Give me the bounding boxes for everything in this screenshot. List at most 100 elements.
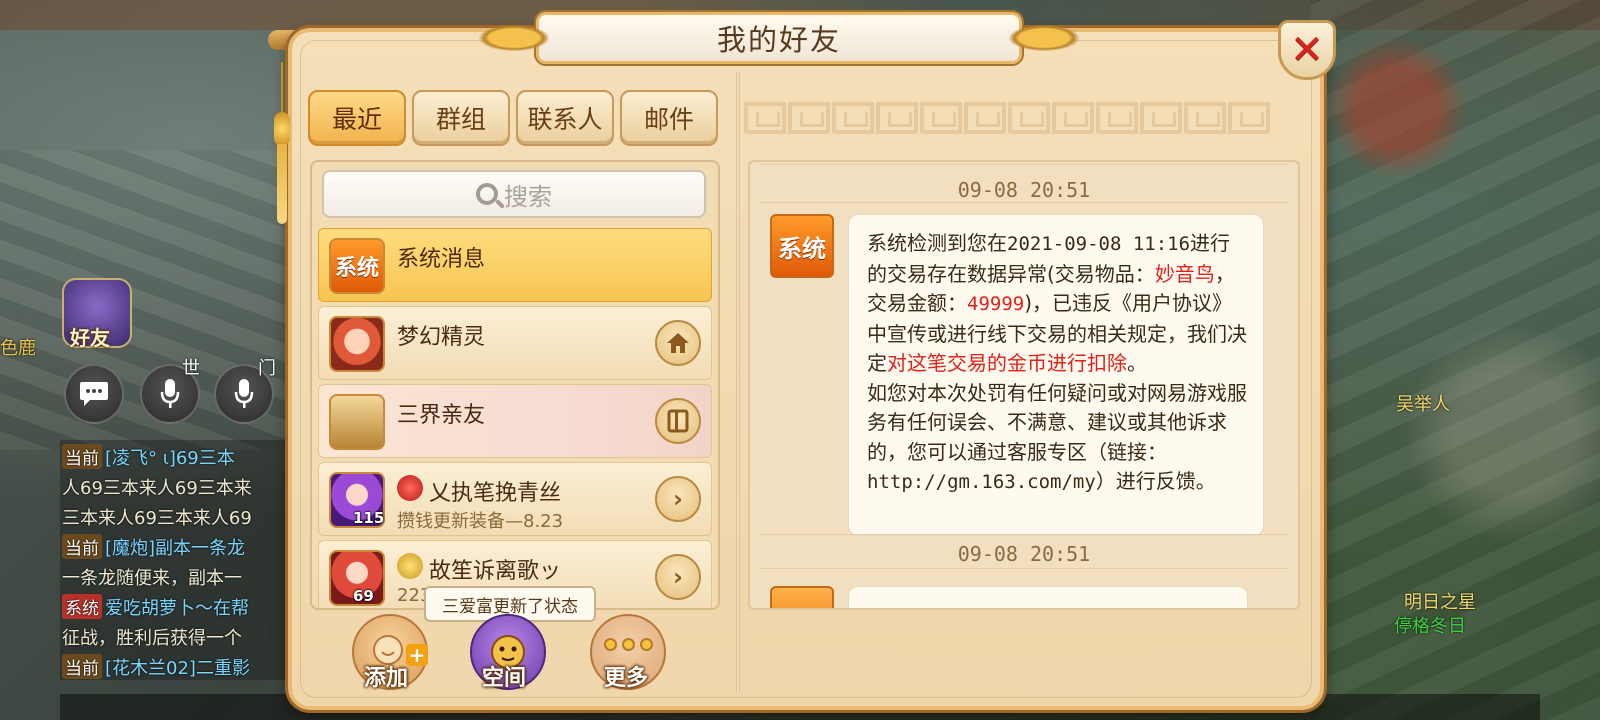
- status-coin-icon: [397, 553, 423, 579]
- chat-line: 当前 [魔炮]副本一条龙: [62, 534, 290, 560]
- open-chat-button[interactable]: ›: [655, 554, 701, 600]
- tassel-string: [281, 62, 283, 117]
- npc-name: 吴举人: [1396, 394, 1450, 415]
- chat-channel-tag: 当前: [62, 534, 102, 559]
- friend-name: 乂执笔挽青丝: [429, 481, 562, 506]
- system-avatar: 系统: [329, 238, 385, 294]
- message-text: 。: [1127, 351, 1147, 375]
- sender-avatar-text: 系统: [778, 234, 826, 263]
- voice-sect-label: 门: [258, 358, 276, 379]
- chat-line: 系统 爱吃胡萝卜～在帮: [62, 594, 290, 620]
- home-button[interactable]: [655, 320, 701, 366]
- player-name: 停格冬日: [1394, 616, 1466, 637]
- tab-mail[interactable]: 邮件: [620, 90, 718, 146]
- chat-text: 征战，胜利后获得一个: [62, 628, 242, 649]
- message-separator: [760, 568, 1288, 569]
- chat-line: 当前 [花木兰02]二重影: [62, 654, 290, 680]
- chat-text: [凌飞° ι]69三本: [105, 448, 235, 469]
- chat-text: 三本来人69三本来人69: [62, 508, 252, 529]
- tab-recent[interactable]: 最近: [308, 90, 406, 146]
- sender-avatar: 系统: [770, 214, 834, 278]
- chat-message-panel[interactable]: 09-08 20:51 系统 系统检测到您在2021-09-08 11:16进行…: [748, 160, 1300, 610]
- microphone-icon: [160, 379, 180, 408]
- list-item-sprite[interactable]: 梦幻精灵: [318, 306, 712, 380]
- message-timestamp: 09-08 20:51: [957, 542, 1091, 566]
- chat-line: 当前 [凌飞° ι]69三本: [62, 444, 290, 470]
- player-name-left: 色鹿: [0, 338, 36, 359]
- chat-channel-tag: 系统: [62, 594, 102, 619]
- system-avatar-text: 系统: [334, 256, 379, 281]
- close-icon: ✕: [1290, 27, 1324, 73]
- level-badge: 115: [353, 509, 385, 527]
- tassel-ornament: [274, 62, 290, 224]
- chat-line: 三本来人69三本来人69: [62, 504, 290, 530]
- search-placeholder: 搜索: [504, 182, 552, 211]
- message-bubble: 系统检测到您在2021-09-08 11:16进行的交易存在数据异常(交易物品：…: [848, 214, 1264, 536]
- chat-text: 爱吃胡萝卜～在帮: [105, 598, 249, 619]
- penalty-text: 对这笔交易的金币进行扣除: [887, 351, 1127, 375]
- friend-status: 攒钱更新装备—8.23: [397, 511, 564, 532]
- sender-avatar: [770, 586, 834, 608]
- scroll-avatar: [329, 394, 385, 450]
- message-timestamp: 09-08 20:51: [957, 178, 1091, 202]
- search-input[interactable]: 搜索: [322, 170, 706, 218]
- tassel-knot: [274, 112, 290, 146]
- friend-name: 系统消息: [397, 247, 486, 272]
- microphone-icon: [234, 379, 254, 408]
- list-item-relatives[interactable]: 三界亲友: [318, 384, 712, 458]
- tab-contacts[interactable]: 联系人: [516, 90, 614, 146]
- chevron-right-icon: ›: [673, 563, 683, 591]
- tab-groups[interactable]: 群组: [412, 90, 510, 146]
- level-badge: 69: [353, 587, 374, 605]
- dialog-title-plate: 我的好友: [479, 12, 1079, 64]
- friend-list-panel[interactable]: 搜索 系统 系统消息 梦幻精灵 三界亲友 115 乂执笔挽青丝 攒钱更新装备—8…: [310, 160, 720, 610]
- chat-text: 一条龙随便来，副本一: [62, 568, 242, 589]
- space-label: 空间: [482, 666, 527, 691]
- more-dots-icon: [603, 637, 653, 651]
- open-chat-button[interactable]: ›: [655, 476, 701, 522]
- sprite-avatar: [329, 316, 385, 372]
- chat-channel-tag: 当前: [62, 444, 102, 469]
- more-label: 更多: [604, 666, 649, 691]
- message-separator: [760, 202, 1288, 203]
- list-item-system[interactable]: 系统 系统消息: [318, 228, 712, 302]
- chat-bubble-button[interactable]: [64, 364, 124, 424]
- book-button[interactable]: [655, 398, 701, 444]
- friend-name: 梦幻精灵: [397, 325, 486, 350]
- plus-icon: +: [406, 643, 428, 667]
- home-icon: [667, 333, 689, 353]
- trade-amount: 49999: [967, 293, 1025, 315]
- chat-text: [魔炮]副本一条龙: [105, 538, 246, 559]
- add-friend-label: 添加: [364, 666, 409, 691]
- tassel-tail: [277, 144, 287, 224]
- friend-name: 三界亲友: [397, 403, 486, 428]
- message-bubble: [848, 586, 1248, 608]
- status-flower-icon: [397, 475, 423, 501]
- panel-divider: [736, 72, 740, 694]
- hud-friend-label: 好友: [70, 326, 110, 350]
- chat-channel-tag: 当前: [62, 654, 102, 679]
- chat-line: 人69三本来人69三本来: [62, 474, 290, 500]
- book-icon: [667, 409, 689, 433]
- voice-world-label: 世: [182, 358, 200, 379]
- message-text: 如您对本次处罚有任何疑问或对网易游戏服务有任何误会、不满意、建议或其他诉求的，您…: [867, 380, 1247, 464]
- message-date: 2021-09-08 11:16: [1007, 233, 1191, 255]
- message-text: 系统检测到您在: [867, 231, 1007, 255]
- search-icon: [476, 183, 498, 205]
- list-item-friend[interactable]: 115 乂执笔挽青丝 攒钱更新装备—8.23 ›: [318, 462, 712, 536]
- fret-pattern-decoration: [744, 102, 1292, 134]
- message-text: ）进行反馈。: [1095, 469, 1216, 493]
- message-separator: [760, 164, 1288, 165]
- message-separator: [760, 534, 1288, 535]
- chat-bubble-icon: [80, 382, 108, 406]
- chat-text: 人69三本来人69三本来: [62, 478, 252, 499]
- chat-line: 一条龙随便来，副本一: [62, 564, 290, 590]
- player-title: 明日之星: [1404, 592, 1476, 613]
- dialog-title: 我的好友: [716, 23, 841, 57]
- chat-text: [花木兰02]二重影: [105, 658, 250, 679]
- chevron-right-icon: ›: [673, 485, 683, 513]
- support-link[interactable]: http://gm.163.com/my: [867, 471, 1096, 493]
- close-button[interactable]: ✕: [1278, 20, 1336, 80]
- chat-line: 征战，胜利后获得一个: [62, 624, 290, 650]
- friend-name: 故笙诉离歌ッ: [429, 559, 562, 584]
